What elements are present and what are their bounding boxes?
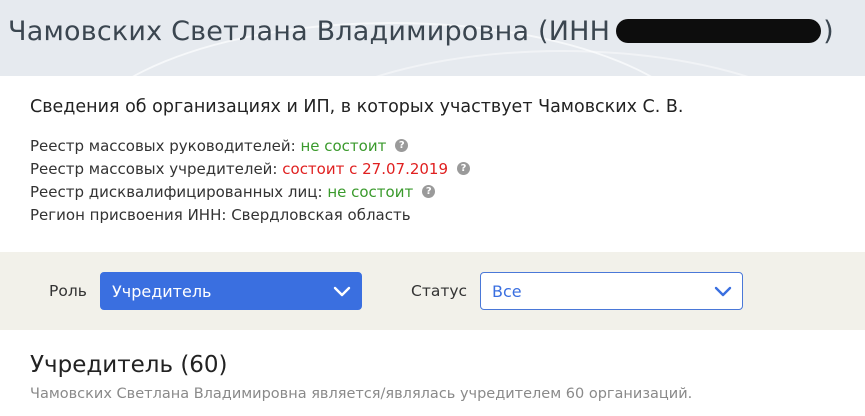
registry-label: Реестр дисквалифицированных лиц: [30, 183, 323, 201]
participation-subtitle: Сведения об организациях и ИП, в которых… [30, 97, 684, 117]
registry-disqualified: Реестр дисквалифицированных лиц: не сост… [30, 182, 436, 202]
question-circle-icon[interactable]: ? [395, 139, 409, 152]
page-title: Чамовских Светлана Владимировна (ИНН) [8, 14, 834, 50]
registry-mass-founders: Реестр массовых учредителей: состоит с 2… [30, 159, 471, 179]
question-circle-icon[interactable]: ? [422, 185, 436, 198]
content-card: Сведения об организациях и ИП, в которых… [0, 76, 865, 416]
chevron-down-icon [714, 286, 732, 297]
page-title-text: Чамовских Светлана Владимировна (ИНН [8, 16, 611, 47]
chevron-down-icon [333, 286, 351, 297]
registry-status: состоит с 27.07.2019 [282, 160, 449, 178]
section-description: Чамовских Светлана Владимировна является… [30, 386, 693, 402]
question-circle-icon[interactable]: ? [457, 162, 471, 175]
role-select[interactable]: Учредитель [100, 272, 362, 310]
registry-label: Реестр массовых руководителей: [30, 137, 296, 155]
registry-status: не состоит [327, 183, 414, 201]
redaction-mark [616, 18, 822, 43]
status-select-value: Все [492, 282, 522, 301]
status-select[interactable]: Все [480, 272, 743, 310]
section-title: Учредитель (60) [30, 352, 228, 378]
status-label: Статус [411, 282, 468, 300]
role-label: Роль [49, 282, 87, 300]
page-title-close: ) [823, 16, 834, 47]
filter-bar: Роль Учредитель Статус Все [0, 252, 865, 330]
role-select-value: Учредитель [112, 282, 212, 301]
registry-status: не состоит [300, 137, 387, 155]
region-value: Свердловская область [231, 206, 411, 224]
registry-label: Реестр массовых учредителей: [30, 160, 278, 178]
inn-region: Регион присвоения ИНН: Свердловская обла… [30, 205, 411, 225]
region-label: Регион присвоения ИНН: [30, 206, 227, 224]
registry-mass-directors: Реестр массовых руководителей: не состои… [30, 136, 409, 156]
page-header: Чамовских Светлана Владимировна (ИНН) [0, 0, 865, 76]
